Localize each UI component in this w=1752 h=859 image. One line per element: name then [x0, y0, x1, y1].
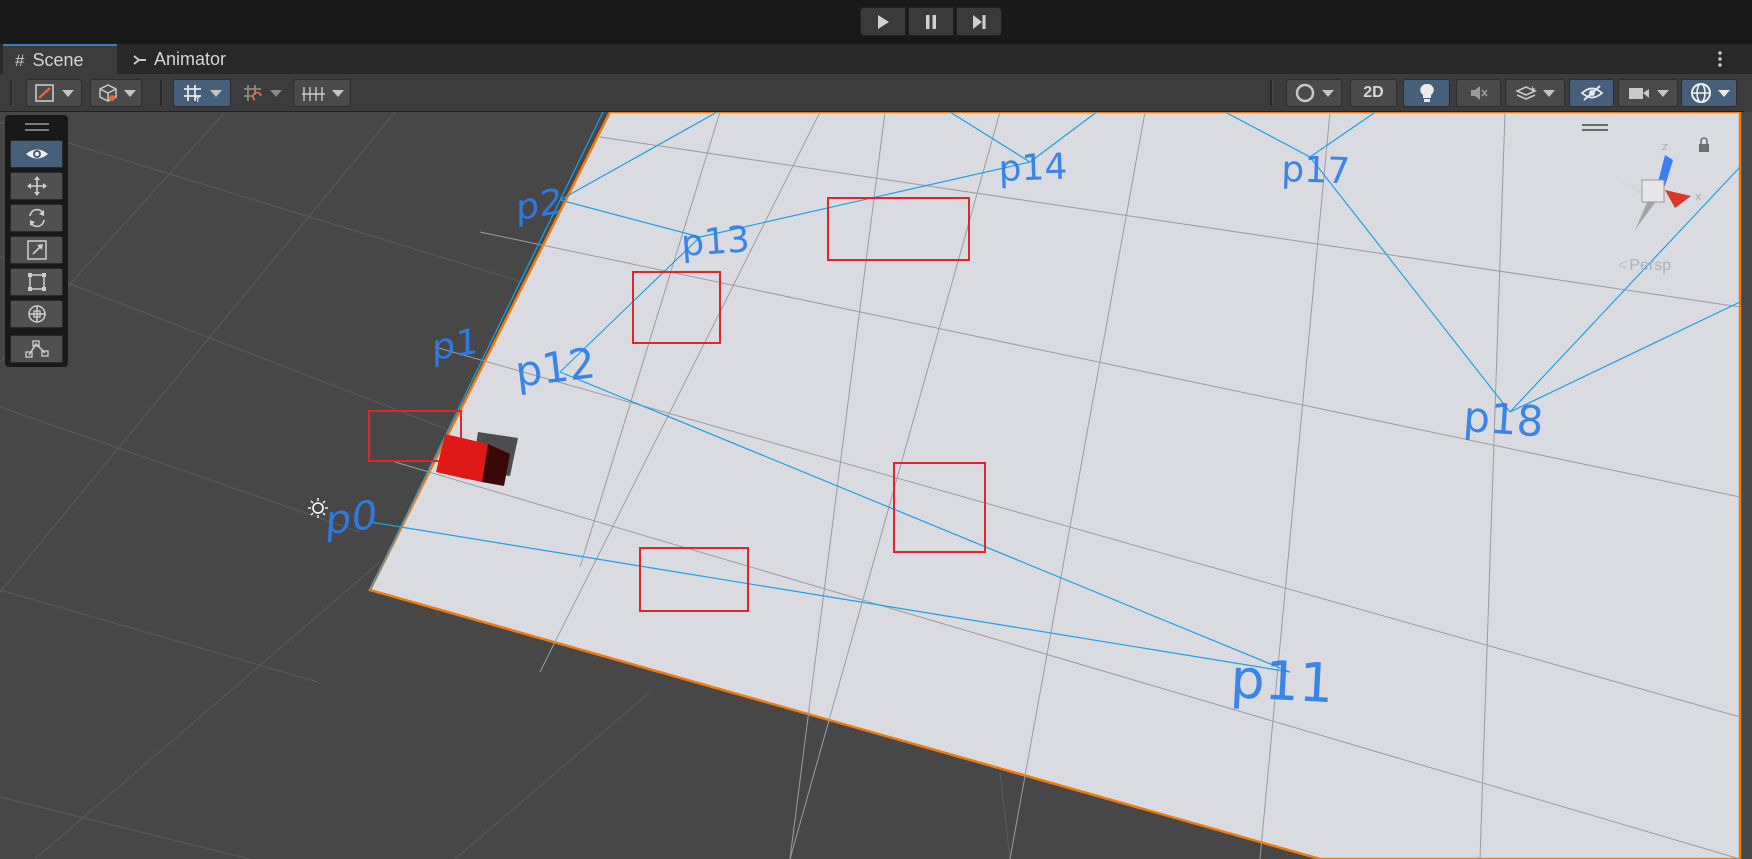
scene-canvas[interactable]: z x	[0, 112, 1752, 859]
animator-icon	[133, 54, 146, 65]
toggle-2d-button[interactable]: 2D	[1350, 79, 1397, 107]
svg-text:Y: Y	[194, 95, 201, 103]
chevron-down-icon	[1322, 89, 1334, 97]
rect-transform-icon	[27, 273, 46, 291]
point-label-p12: p12	[512, 338, 598, 397]
shading-dropdown[interactable]	[90, 79, 142, 107]
grid-visibility-dropdown[interactable]	[293, 79, 351, 107]
toggle-2d-label: 2D	[1363, 84, 1384, 101]
camera-settings-dropdown[interactable]	[1618, 79, 1678, 107]
point-label-p2: p2	[516, 181, 563, 230]
point-label-p1: p1	[432, 321, 479, 370]
chevron-down-icon	[331, 89, 344, 97]
chevron-down-icon	[123, 89, 136, 97]
transform-tool-button[interactable]	[10, 300, 63, 328]
pause-icon	[926, 14, 936, 29]
chevron-down-icon	[62, 89, 74, 97]
camera-mode-label: Persp	[1629, 257, 1672, 274]
rotate-icon	[28, 208, 45, 228]
toolbar-separator	[1270, 80, 1273, 106]
toolbar-separator	[10, 80, 13, 106]
tab-animator-label: Animator	[154, 49, 227, 69]
lighting-toggle-button[interactable]	[1403, 79, 1450, 107]
shading-mode-dropdown[interactable]	[1286, 79, 1342, 107]
camera-icon	[1629, 88, 1649, 99]
point-label-p11: p11	[1228, 647, 1336, 716]
chevron-down-icon	[270, 89, 282, 97]
chevron-down-icon	[1717, 89, 1730, 97]
svg-text:z: z	[1662, 140, 1668, 153]
point-label-p17: p17	[1280, 149, 1351, 193]
play-button[interactable]	[860, 7, 906, 36]
gizmos-dropdown[interactable]	[1681, 79, 1737, 107]
point-label-p14: p14	[997, 146, 1068, 190]
ruler-grid-icon	[301, 87, 325, 101]
more-options-icon[interactable]	[1716, 48, 1724, 70]
move-tool-button[interactable]	[10, 172, 63, 200]
audio-muted-icon	[1470, 86, 1488, 100]
pause-button[interactable]	[908, 7, 954, 36]
gizmo-globe-icon	[1690, 83, 1711, 103]
sphere-shading-icon	[1295, 83, 1315, 103]
custom-tool-button[interactable]	[10, 335, 63, 363]
rect-tool-button[interactable]	[10, 268, 63, 296]
hidden-eye-icon	[1580, 85, 1603, 101]
draw-mode-dropdown[interactable]	[26, 79, 82, 107]
light-bulb-icon	[1419, 83, 1434, 102]
point-label-p13: p13	[679, 219, 752, 265]
audio-toggle-button[interactable]	[1456, 79, 1501, 107]
step-button[interactable]	[956, 7, 1002, 36]
rotate-tool-button[interactable]	[10, 204, 63, 232]
play-bar	[0, 0, 1752, 43]
chevron-left-icon: <	[1618, 257, 1628, 274]
camera-mode-toggle[interactable]: < Persp	[1618, 257, 1671, 275]
tools-drag-handle[interactable]	[25, 123, 49, 131]
cube-shading-icon	[98, 84, 117, 102]
toolbar-overflow-edge	[1744, 74, 1752, 112]
tab-scene-label: Scene	[32, 50, 84, 70]
scale-icon	[26, 240, 47, 260]
scene-viewport[interactable]: z x p0 p1 p2 p11 p12 p13 p14 p17 p18 < Pe…	[0, 112, 1752, 859]
scale-tool-button[interactable]	[10, 236, 63, 264]
toolbar-separator	[160, 80, 163, 106]
tab-scene[interactable]: # Scene	[3, 44, 117, 75]
scene-toolbar: Y 2D	[0, 74, 1752, 112]
spline-tool-icon	[24, 340, 49, 358]
draw-mode-icon	[35, 84, 54, 102]
layers-effects-icon	[1515, 85, 1537, 100]
svg-text:x: x	[1695, 190, 1702, 203]
grid-snap-icon: Y	[184, 85, 201, 103]
scene-visibility-toggle[interactable]	[1569, 79, 1614, 107]
view-tool-button[interactable]	[10, 140, 63, 168]
increment-snap-icon	[244, 85, 262, 101]
grid-snap-dropdown[interactable]: Y	[173, 79, 231, 107]
tab-bar: # Scene Animator	[0, 43, 1752, 75]
play-icon	[878, 14, 889, 29]
point-label-p18: p18	[1461, 392, 1546, 447]
eye-icon	[25, 149, 48, 159]
tools-panel	[5, 115, 68, 367]
chevron-down-icon	[1657, 89, 1669, 97]
transform-all-icon	[27, 305, 46, 323]
chevron-down-icon	[1543, 89, 1555, 97]
tab-animator[interactable]: Animator	[132, 44, 252, 75]
step-icon	[973, 14, 986, 29]
effects-dropdown[interactable]	[1505, 79, 1565, 107]
gizmo-center-cube[interactable]	[1641, 179, 1665, 203]
move-arrows-icon	[26, 176, 47, 196]
hash-icon: #	[15, 50, 25, 70]
gizmo-drag-handle[interactable]	[1582, 124, 1608, 131]
point-label-p0: p0	[323, 491, 380, 545]
increment-snap-dropdown[interactable]	[237, 79, 287, 107]
chevron-down-icon	[210, 89, 222, 97]
play-controls	[860, 7, 1002, 36]
